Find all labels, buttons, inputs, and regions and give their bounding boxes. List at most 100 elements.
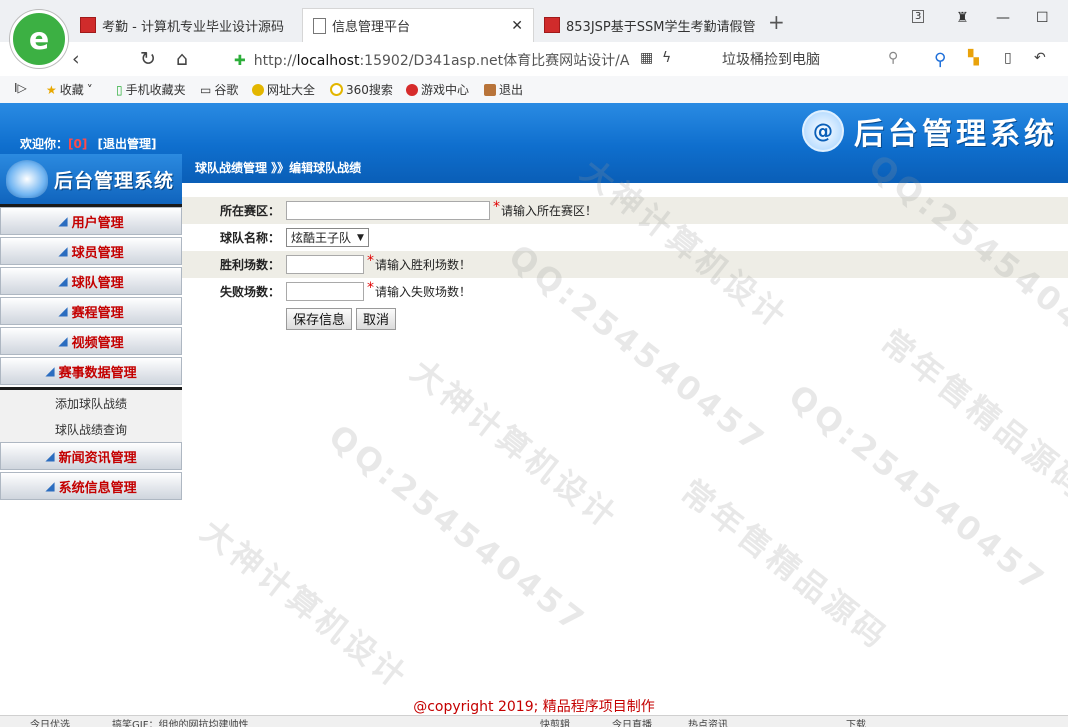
sidebar-brand-text: 后台管理系统 xyxy=(54,169,175,192)
status-item[interactable]: 快剪辑 xyxy=(540,716,570,727)
field-hint: 请输入失败场数！ xyxy=(375,285,472,299)
back-icon[interactable]: ‹ xyxy=(72,48,80,70)
sidebar-item-players[interactable]: ◢ 球员管理 xyxy=(0,237,182,265)
search-input[interactable]: 垃圾桶捡到电脑 xyxy=(722,49,900,69)
flash-icon[interactable]: ϟ xyxy=(662,50,671,66)
url-field[interactable]: ✚ http://localhost:15902/D341asp.net体育比赛网… xyxy=(234,50,629,70)
menu-arrow-icon: ◢ xyxy=(45,479,55,493)
tab-label: 853JSP基于SSM学生考勤请假管 xyxy=(566,19,756,35)
logout-link[interactable]: [退出管理] xyxy=(98,137,157,151)
wins-field[interactable] xyxy=(286,255,364,274)
bookmark-label: 网址大全 xyxy=(267,83,316,97)
qr-icon[interactable]: ▦ xyxy=(640,50,653,66)
header-title: @ 后台管理系统 xyxy=(802,109,1058,153)
bookmarks-bar: I▷ ★ 收藏 ˅ ▯ 手机收藏夹 ▭ 谷歌 网址大全 360搜索 游戏中心 退出 xyxy=(0,76,1068,104)
bookmark-google[interactable]: ▭ 谷歌 xyxy=(200,81,238,98)
bookmark-label: 手机收藏夹 xyxy=(125,83,186,97)
new-tab-icon[interactable]: + xyxy=(768,10,785,34)
copyright-footer: @copyright 2019; 精品程序项目制作 xyxy=(413,699,655,715)
select-value: 炫酷王子队 xyxy=(291,231,352,245)
bookmark-label: 收藏 xyxy=(59,83,84,97)
header-title-text: 后台管理系统 xyxy=(854,117,1058,152)
menu-arrow-icon: ◢ xyxy=(45,364,55,378)
team-name-select[interactable]: 炫酷王子队 ▼ xyxy=(286,228,369,247)
minimize-icon[interactable]: — xyxy=(996,10,1010,26)
menu-label: 球队管理 xyxy=(71,275,124,291)
maximize-icon[interactable]: ☐ xyxy=(1036,10,1049,26)
shield-icon: ✚ xyxy=(234,53,246,69)
chevron-down-icon: ▼ xyxy=(357,232,364,243)
page-icon: ▭ xyxy=(200,82,212,97)
status-item[interactable]: 下载 xyxy=(846,716,866,727)
close-tab-icon[interactable]: ✕ xyxy=(511,18,523,34)
browser-tab-1[interactable]: 考勤 - 计算机专业毕业设计源码 xyxy=(70,8,302,42)
red-app-icon xyxy=(80,17,96,33)
bookmark-sites[interactable]: 网址大全 xyxy=(252,81,315,98)
breadcrumb: 球队战绩管理 》》编辑球队战绩 xyxy=(195,161,362,175)
undo-icon[interactable]: ↶ xyxy=(1034,50,1046,66)
menu-label: 球员管理 xyxy=(71,245,124,261)
sidebar-item-schedule[interactable]: ◢ 赛程管理 xyxy=(0,297,182,325)
browser-statusbar: 今日优选 搞笑GIF：组他的网抗均建帅性 快剪辑 今日直播 热点资讯 下载 xyxy=(0,715,1068,727)
bookmark-label: 退出 xyxy=(499,83,524,97)
submenu-add-record[interactable]: 添加球队战绩 xyxy=(0,390,182,416)
sidebar-item-teams[interactable]: ◢ 球队管理 xyxy=(0,267,182,295)
search-icon[interactable]: ⚲ xyxy=(888,50,898,66)
welcome-text: 欢迎你：[0] [退出管理] xyxy=(20,135,157,152)
status-news[interactable]: 搞笑GIF：组他的网抗均建帅性 xyxy=(112,716,248,727)
save-button[interactable]: 保存信息 xyxy=(286,307,353,330)
browser-tab-3[interactable]: 853JSP基于SSM学生考勤请假管 xyxy=(534,8,766,42)
skin-icon[interactable]: ♜ xyxy=(956,10,969,26)
red-app-icon xyxy=(544,17,560,33)
submenu: 添加球队战绩 球队战绩查询 xyxy=(0,387,182,442)
bookmark-exit[interactable]: 退出 xyxy=(484,81,523,98)
form-row-team-name: 球队名称： 炫酷王子队 ▼ xyxy=(182,224,1068,251)
watermark: 大神计算机设计 xyxy=(193,512,416,698)
phone-icon: ▯ xyxy=(116,82,123,97)
division-field[interactable] xyxy=(286,201,490,220)
refresh-icon[interactable]: ↻ xyxy=(140,48,156,70)
losses-field[interactable] xyxy=(286,282,364,301)
search-button-icon[interactable]: ⚲ xyxy=(934,50,946,70)
apps-icon[interactable]: ▚ xyxy=(968,50,979,66)
sidebar-item-videos[interactable]: ◢ 视频管理 xyxy=(0,327,182,355)
sidebar: ◢ 用户管理 ◢ 球员管理 ◢ 球队管理 ◢ 赛程管理 ◢ 视频管理 ◢ 赛事数据管理 添加… xyxy=(0,204,182,502)
required-mark: * xyxy=(367,279,374,296)
octopus-mascot-icon xyxy=(6,160,48,198)
tab-label: 信息管理平台 xyxy=(332,20,411,35)
field-label: 胜利场数： xyxy=(219,258,280,272)
bookmark-mobile[interactable]: ▯ 手机收藏夹 xyxy=(116,81,186,98)
status-item[interactable]: 今日优选 xyxy=(30,716,70,727)
bookmark-games[interactable]: 游戏中心 xyxy=(406,81,469,98)
status-item[interactable]: 今日直播 xyxy=(612,716,652,727)
bookmark-favorites[interactable]: ★ 收藏 ˅ xyxy=(46,81,93,98)
menu-arrow-icon: ◢ xyxy=(58,244,68,258)
sidebar-item-match-data[interactable]: ◢ 赛事数据管理 xyxy=(0,357,182,385)
phone-icon[interactable]: ▯ xyxy=(1004,50,1012,66)
required-mark: * xyxy=(367,252,374,269)
bookmark-360[interactable]: 360搜索 xyxy=(330,81,393,98)
field-label: 失败场数： xyxy=(219,285,280,299)
sidebar-item-users[interactable]: ◢ 用户管理 xyxy=(0,207,182,235)
exit-icon xyxy=(484,83,496,96)
status-item[interactable]: 热点资讯 xyxy=(688,716,728,727)
menu-label: 新闻资讯管理 xyxy=(58,450,137,466)
menu-arrow-icon: ◢ xyxy=(58,214,68,228)
browser-tab-2[interactable]: 信息管理平台 ✕ xyxy=(302,8,534,42)
menu-label: 赛程管理 xyxy=(71,305,124,321)
sidebar-toggle-icon[interactable]: I▷ xyxy=(14,81,27,95)
header-divider xyxy=(182,181,1068,183)
field-label: 所在赛区： xyxy=(219,204,280,218)
url-host: localhost xyxy=(296,53,360,69)
cancel-button[interactable]: 取消 xyxy=(356,307,397,330)
game-icon xyxy=(406,83,418,96)
field-hint: 请输入胜利场数！ xyxy=(375,258,472,272)
tab-count-badge[interactable]: 3 xyxy=(912,10,925,23)
sidebar-item-news[interactable]: ◢ 新闻资讯管理 xyxy=(0,442,182,470)
document-icon xyxy=(313,17,326,34)
submenu-query-record[interactable]: 球队战绩查询 xyxy=(0,416,182,442)
form-row-losses: 失败场数： * 请输入失败场数！ xyxy=(182,278,1068,305)
home-icon[interactable]: ⌂ xyxy=(176,48,188,70)
sidebar-item-system[interactable]: ◢ 系统信息管理 xyxy=(0,472,182,500)
search-360-icon xyxy=(330,83,343,96)
